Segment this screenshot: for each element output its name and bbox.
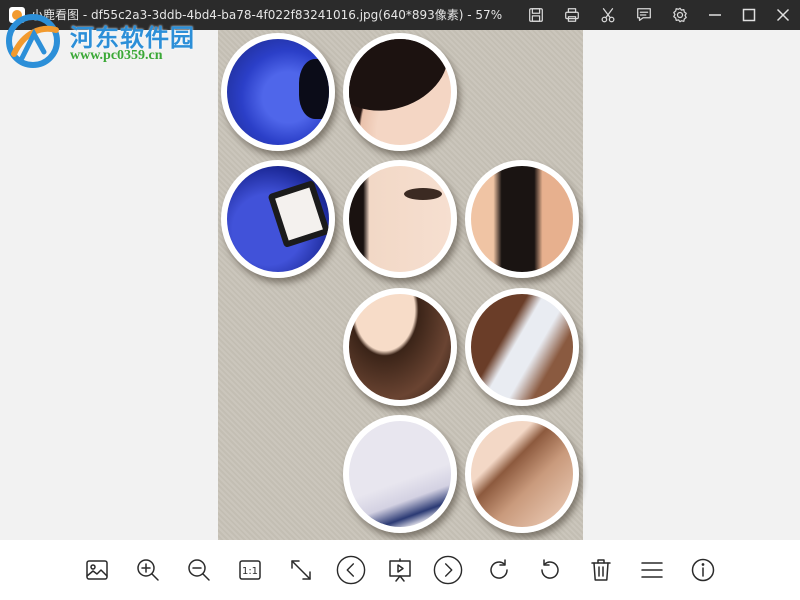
zoom-out-icon bbox=[188, 559, 210, 581]
print-button[interactable] bbox=[554, 0, 590, 30]
close-button[interactable] bbox=[766, 0, 800, 30]
next-button[interactable] bbox=[433, 555, 463, 585]
save-icon bbox=[529, 8, 543, 22]
photo-circle bbox=[221, 160, 335, 278]
previous-icon bbox=[336, 555, 366, 585]
fit-screen-button[interactable] bbox=[286, 555, 316, 585]
watermark-url: www.pc0359.cn bbox=[70, 48, 163, 63]
settings-icon bbox=[673, 7, 687, 23]
menu-icon bbox=[641, 562, 663, 578]
image-canvas[interactable] bbox=[0, 30, 800, 540]
menu-button[interactable] bbox=[637, 555, 667, 585]
photo-circle bbox=[465, 160, 579, 278]
save-button[interactable] bbox=[518, 0, 554, 30]
print-icon bbox=[565, 8, 579, 22]
bottom-toolbar: 1:1 bbox=[0, 540, 800, 600]
photo-circle bbox=[343, 33, 457, 151]
rotate-counterclockwise-button[interactable] bbox=[535, 555, 565, 585]
zoom-in-button[interactable] bbox=[133, 555, 163, 585]
comment-icon bbox=[637, 8, 651, 22]
maximize-icon bbox=[742, 8, 756, 22]
minimize-button[interactable] bbox=[698, 0, 732, 30]
watermark: 河东软件园 www.pc0359.cn bbox=[4, 8, 214, 70]
photo-circle bbox=[343, 160, 457, 278]
rotate-clockwise-icon bbox=[490, 559, 508, 579]
close-icon bbox=[776, 8, 790, 22]
slideshow-icon bbox=[389, 558, 411, 582]
photo-circle bbox=[343, 288, 457, 406]
window-controls bbox=[698, 0, 800, 30]
cut-button[interactable] bbox=[590, 0, 626, 30]
maximize-button[interactable] bbox=[732, 0, 766, 30]
title-actions bbox=[518, 0, 698, 30]
delete-icon bbox=[591, 559, 611, 581]
zoom-in-icon bbox=[137, 559, 159, 581]
delete-button[interactable] bbox=[586, 555, 616, 585]
photo-circle bbox=[221, 33, 335, 151]
slideshow-button[interactable] bbox=[385, 555, 415, 585]
photo-circle bbox=[343, 415, 457, 533]
zoom-out-button[interactable] bbox=[184, 555, 214, 585]
comment-button[interactable] bbox=[626, 0, 662, 30]
actual-size-icon: 1:1 bbox=[239, 560, 261, 580]
actual-size-button[interactable]: 1:1 bbox=[235, 555, 265, 585]
info-button[interactable] bbox=[688, 555, 718, 585]
rotate-counterclockwise-icon bbox=[541, 559, 559, 579]
settings-button[interactable] bbox=[662, 0, 698, 30]
previous-button[interactable] bbox=[336, 555, 366, 585]
fit-screen-icon bbox=[291, 560, 311, 580]
photo-circle bbox=[465, 415, 579, 533]
info-icon bbox=[691, 558, 715, 582]
watermark-logo-icon bbox=[6, 14, 60, 68]
photo-circle bbox=[465, 288, 579, 406]
next-icon bbox=[433, 555, 463, 585]
actual-size-label: 1:1 bbox=[242, 566, 258, 577]
minimize-icon bbox=[709, 14, 721, 16]
image-icon bbox=[86, 560, 108, 580]
rotate-clockwise-button[interactable] bbox=[484, 555, 514, 585]
open-image-button[interactable] bbox=[82, 555, 112, 585]
cut-icon bbox=[601, 8, 615, 23]
displayed-image bbox=[218, 30, 583, 540]
